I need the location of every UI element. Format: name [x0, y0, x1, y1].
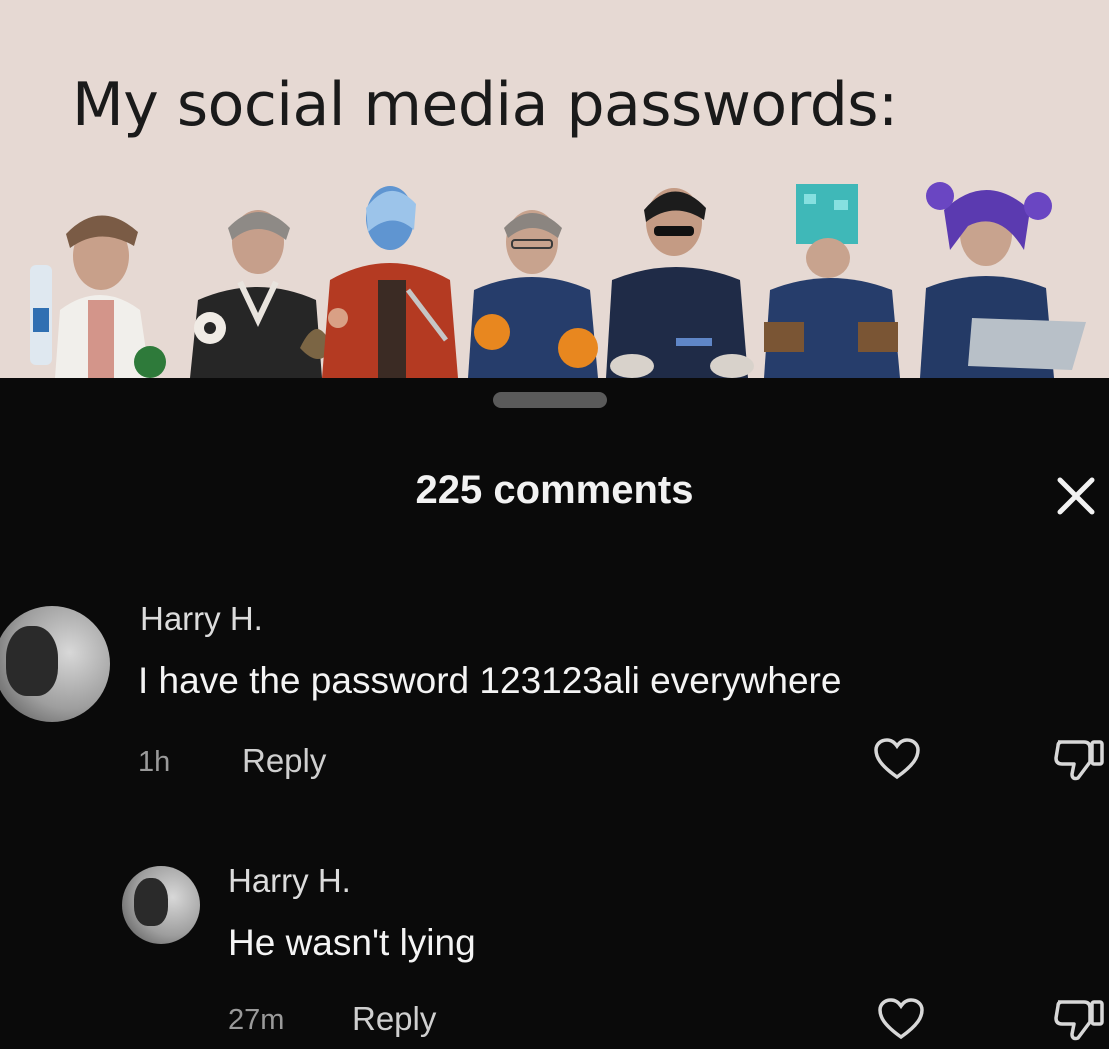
comment-username[interactable]: Harry H.: [140, 600, 263, 638]
thumbs-down-icon: [1054, 1000, 1104, 1041]
like-button[interactable]: [876, 996, 926, 1042]
figure-3: [322, 186, 458, 378]
meme-title: My social media passwords:: [72, 70, 898, 140]
thumbs-down-icon: [1054, 740, 1104, 781]
comment-timestamp: 1h: [138, 746, 171, 778]
comment-text: I have the password 123123ali everywhere: [138, 660, 842, 701]
avatar[interactable]: [122, 866, 200, 944]
figure-4: [468, 210, 598, 378]
heart-icon: [874, 738, 920, 780]
sheet-drag-handle[interactable]: [493, 392, 607, 408]
comment-username[interactable]: Harry H.: [228, 862, 351, 900]
comment-timestamp: 27m: [228, 1004, 285, 1036]
figure-5: [606, 188, 754, 378]
figure-2: [190, 210, 332, 378]
comment-text: He wasn't lying: [228, 922, 476, 963]
close-button[interactable]: [1050, 470, 1102, 522]
dislike-button[interactable]: [1050, 734, 1106, 784]
dislike-button[interactable]: [1050, 994, 1106, 1044]
like-button[interactable]: [872, 736, 922, 782]
reply-button[interactable]: Reply: [352, 1000, 436, 1038]
figure-7: [920, 182, 1086, 378]
close-icon: [1057, 477, 1095, 515]
avatar[interactable]: [0, 606, 110, 722]
figure-6: [764, 184, 900, 378]
comments-count-title: 225 comments: [415, 468, 694, 512]
meme-image: My social media passwords:: [0, 0, 1109, 378]
meme-figures-illustration: [30, 182, 1086, 378]
heart-icon: [878, 998, 924, 1040]
figure-1: [30, 215, 166, 378]
reply-button[interactable]: Reply: [242, 742, 326, 780]
